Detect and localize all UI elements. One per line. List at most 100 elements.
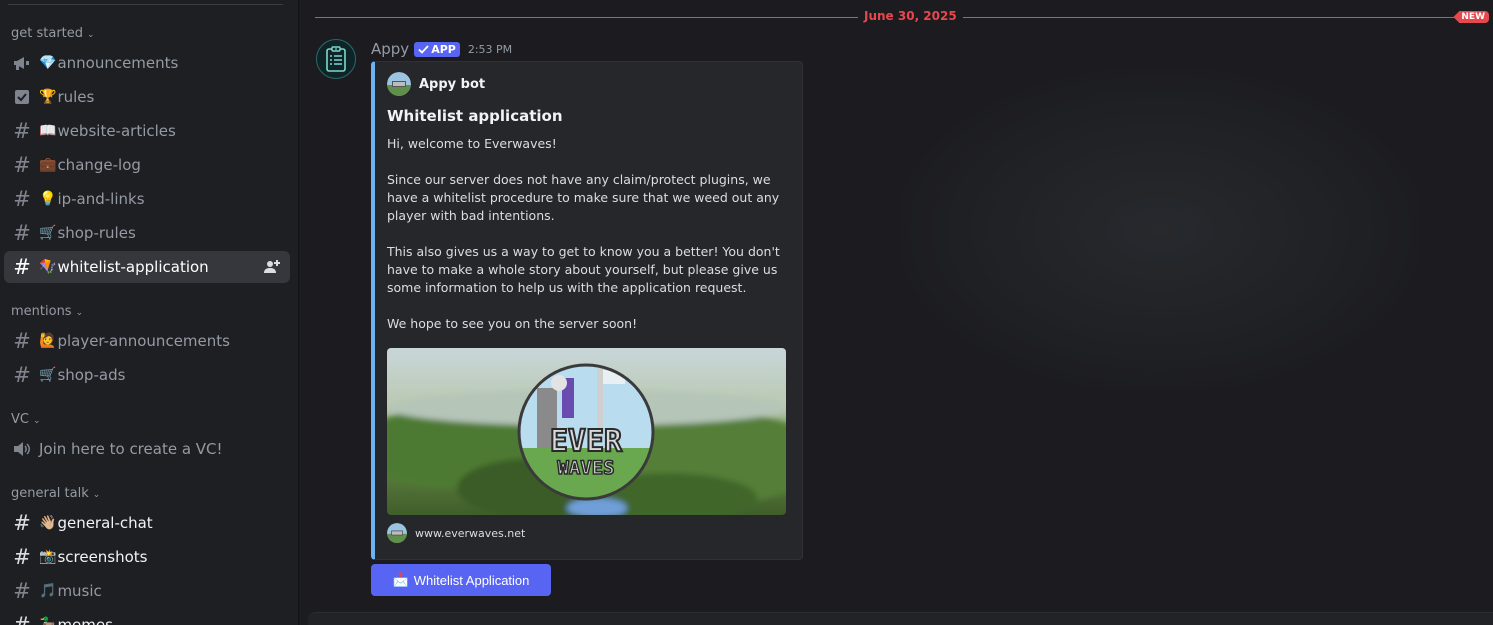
envelope-icon: 📩 bbox=[392, 572, 409, 587]
channel-emoji: 👋🏼 bbox=[39, 515, 57, 531]
channel-name: music bbox=[57, 582, 102, 600]
hash-icon: # bbox=[13, 186, 31, 211]
message-header: Appy APP 2:53 PM bbox=[371, 40, 512, 58]
embed-paragraph: Since our server does not have any claim… bbox=[387, 172, 780, 223]
channel-emoji: 📖 bbox=[39, 123, 57, 139]
speaker-icon bbox=[12, 441, 32, 457]
channel-name: memes bbox=[57, 616, 113, 625]
image-text-top: EVER bbox=[550, 424, 623, 459]
channel-name: shop-rules bbox=[57, 224, 136, 242]
category-vc[interactable]: VC ⌄ bbox=[11, 412, 41, 427]
channel-rules[interactable]: 🏆 rules bbox=[4, 81, 290, 113]
channel-shop-ads[interactable]: # 🛒 shop-ads bbox=[4, 359, 290, 391]
whitelist-application-button[interactable]: 📩 Whitelist Application bbox=[371, 564, 551, 596]
message-author[interactable]: Appy bbox=[371, 40, 409, 58]
chat-area: June 30, 2025 NEW Appy APP 2:53 PM Appy … bbox=[300, 0, 1493, 625]
category-label: VC bbox=[11, 412, 29, 427]
hash-icon: # bbox=[13, 612, 31, 625]
channel-name: whitelist-application bbox=[57, 258, 209, 276]
app-tag: APP bbox=[414, 41, 460, 57]
chevron-down-icon: ⌄ bbox=[92, 489, 101, 500]
hash-icon: # bbox=[13, 220, 31, 245]
hash-icon: # bbox=[13, 544, 31, 569]
hash-icon: # bbox=[13, 362, 31, 387]
footer-icon bbox=[387, 523, 407, 543]
voice-channel-create-vc[interactable]: Join here to create a VC! bbox=[4, 433, 290, 465]
hash-icon: # bbox=[13, 254, 31, 279]
hash-icon: # bbox=[13, 578, 31, 603]
embed-author-name: Appy bot bbox=[419, 76, 486, 92]
divider-date: June 30, 2025 bbox=[858, 9, 963, 23]
embed-image[interactable]: EVER WAVES bbox=[387, 348, 786, 515]
channel-emoji: 🦆 bbox=[39, 617, 57, 625]
message-composer[interactable] bbox=[308, 612, 1493, 625]
embed-description: Hi, welcome to Everwaves! Since our serv… bbox=[387, 135, 787, 351]
channel-memes[interactable]: # 🦆 memes bbox=[4, 609, 290, 625]
channel-name: screenshots bbox=[57, 548, 148, 566]
channel-emoji: 🪁 bbox=[39, 259, 57, 275]
channel-emoji: 🏆 bbox=[39, 89, 57, 105]
category-mentions[interactable]: mentions ⌄ bbox=[11, 304, 83, 319]
add-member-icon[interactable] bbox=[264, 259, 280, 279]
embed-author-avatar bbox=[387, 72, 411, 96]
hash-icon: # bbox=[13, 118, 31, 143]
channel-screenshots[interactable]: # 📸 screenshots bbox=[4, 541, 290, 573]
chevron-down-icon: ⌄ bbox=[87, 29, 95, 40]
category-general-talk[interactable]: general talk ⌄ bbox=[11, 486, 100, 501]
image-text-bottom: WAVES bbox=[557, 457, 614, 479]
channel-name: player-announcements bbox=[57, 332, 230, 350]
checkbox-icon bbox=[12, 89, 32, 105]
chevron-down-icon: ⌄ bbox=[32, 415, 41, 426]
embed-author: Appy bot bbox=[387, 72, 485, 96]
embed-title: Whitelist application bbox=[387, 107, 563, 125]
channel-website-articles[interactable]: # 📖 website-articles bbox=[4, 115, 290, 147]
channel-music[interactable]: # 🎵 music bbox=[4, 575, 290, 607]
channel-name: website-articles bbox=[57, 122, 176, 140]
channel-sidebar: get started ⌄ 💎 announcements 🏆 rules # 📖 we… bbox=[0, 0, 299, 625]
hash-icon: # bbox=[13, 328, 31, 353]
channel-emoji: 💼 bbox=[39, 157, 57, 173]
channel-general-chat[interactable]: # 👋🏼 general-chat bbox=[4, 507, 290, 539]
app-tag-label: APP bbox=[431, 42, 456, 56]
category-label: mentions bbox=[11, 304, 72, 319]
clipboard-icon bbox=[326, 46, 346, 72]
channel-emoji: 💎 bbox=[39, 55, 57, 71]
divider-line bbox=[8, 4, 283, 5]
hash-icon: # bbox=[13, 152, 31, 177]
embed-paragraph: We hope to see you on the server soon! bbox=[387, 316, 638, 331]
channel-emoji: 🎵 bbox=[39, 583, 57, 599]
channel-name: change-log bbox=[57, 156, 141, 174]
channel-emoji: 🛒 bbox=[39, 225, 57, 241]
checkmark-icon bbox=[418, 44, 429, 54]
embed-paragraph: Hi, welcome to Everwaves! bbox=[387, 136, 557, 151]
embed-paragraph: This also gives us a way to get to know … bbox=[387, 244, 780, 295]
category-label: get started bbox=[11, 26, 84, 41]
embed-footer-text: www.everwaves.net bbox=[415, 526, 526, 540]
megaphone-icon bbox=[12, 55, 32, 71]
bot-avatar[interactable] bbox=[316, 39, 356, 79]
channel-player-announcements[interactable]: # 🙋 player-announcements bbox=[4, 325, 290, 357]
chevron-down-icon: ⌄ bbox=[75, 307, 84, 318]
message-embed: Appy bot Whitelist application Hi, welco… bbox=[371, 61, 803, 560]
channel-emoji: 💡 bbox=[39, 191, 57, 207]
channel-emoji: 🙋 bbox=[39, 333, 57, 349]
channel-whitelist-application[interactable]: # 🪁 whitelist-application bbox=[4, 251, 290, 283]
category-label: general talk bbox=[11, 486, 89, 501]
channel-announcements[interactable]: 💎 announcements bbox=[4, 47, 290, 79]
hash-icon: # bbox=[13, 510, 31, 535]
channel-emoji: 📸 bbox=[39, 549, 57, 565]
background-blur bbox=[900, 70, 1420, 390]
channel-emoji: 🛒 bbox=[39, 367, 57, 383]
channel-name: general-chat bbox=[57, 514, 153, 532]
channel-name: announcements bbox=[57, 54, 179, 72]
channel-ip-and-links[interactable]: # 💡 ip-and-links bbox=[4, 183, 290, 215]
embed-footer: www.everwaves.net bbox=[387, 523, 525, 543]
channel-name: ip-and-links bbox=[57, 190, 145, 208]
channel-change-log[interactable]: # 💼 change-log bbox=[4, 149, 290, 181]
category-get-started[interactable]: get started ⌄ bbox=[11, 26, 95, 41]
channel-name: Join here to create a VC! bbox=[39, 440, 223, 458]
channel-shop-rules[interactable]: # 🛒 shop-rules bbox=[4, 217, 290, 249]
new-badge: NEW bbox=[1453, 11, 1489, 23]
channel-name: shop-ads bbox=[57, 366, 126, 384]
button-label: Whitelist Application bbox=[413, 572, 530, 588]
